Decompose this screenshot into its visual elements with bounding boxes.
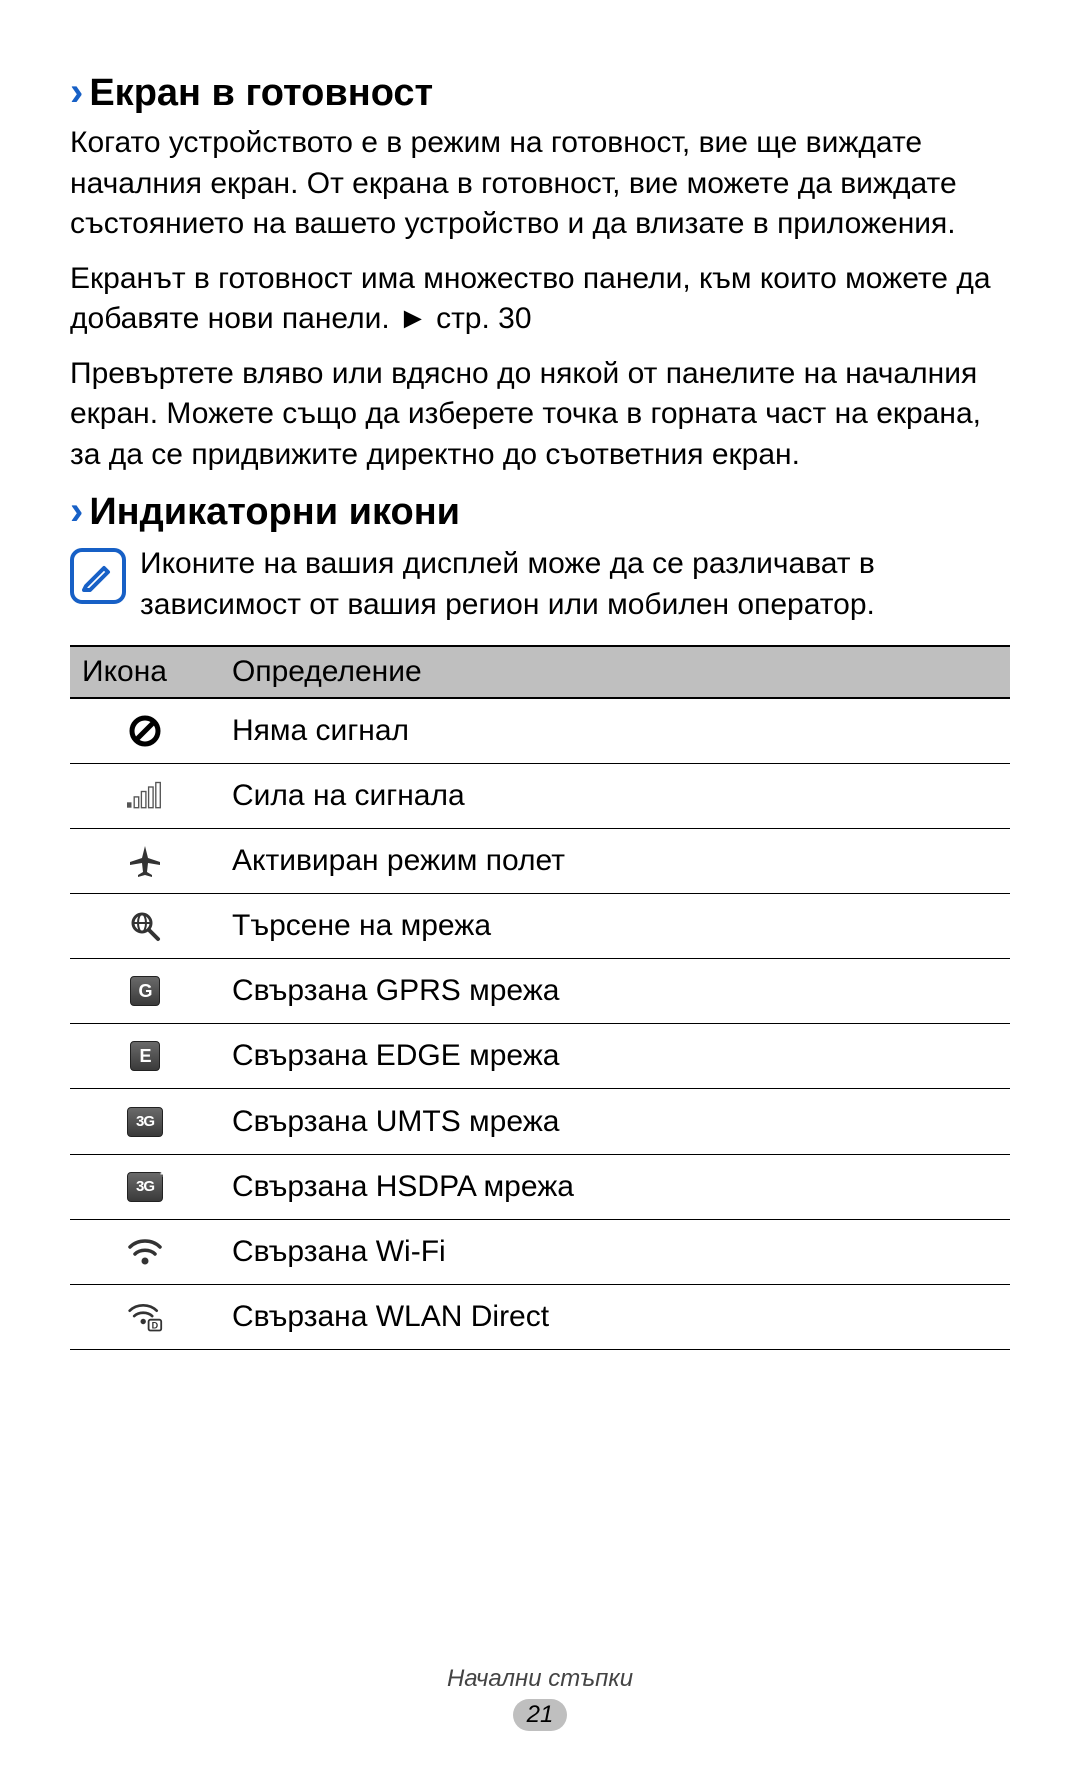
icon-definition: Свързана WLAN Direct [220, 1284, 1010, 1349]
icon-definition: Активиран режим полет [220, 829, 1010, 894]
table-row: EСвързана EDGE мрежа [70, 1024, 1010, 1089]
hsdpa-icon: 3G+ [70, 1154, 220, 1219]
svg-text:D: D [152, 1320, 159, 1330]
heading-text: Екран в готовност [89, 72, 433, 115]
table-row: 3GСвързана UMTS мрежа [70, 1089, 1010, 1154]
paragraph: Когато устройството е в режим на готовно… [70, 123, 1010, 245]
table-row: Търсене на мрежа [70, 894, 1010, 959]
table-row: 3G+Свързана HSDPA мрежа [70, 1154, 1010, 1219]
paragraph: Превъртете вляво или вдясно до някой от … [70, 354, 1010, 476]
search-network-icon [70, 894, 220, 959]
wlan-direct-icon: D [70, 1284, 220, 1349]
note-box: Иконите на вашия дисплей може да се разл… [70, 544, 1010, 625]
heading-text: Индикаторни икони [89, 491, 460, 534]
table-header-icon: Икона [70, 646, 220, 698]
icon-definition: Няма сигнал [220, 698, 1010, 764]
icon-definition: Свързана GPRS мрежа [220, 959, 1010, 1024]
paragraph: Екранът в готовност има множество панели… [70, 259, 1010, 340]
table-row: Няма сигнал [70, 698, 1010, 764]
airplane-icon [70, 829, 220, 894]
table-row: GСвързана GPRS мрежа [70, 959, 1010, 1024]
note-text: Иконите на вашия дисплей може да се разл… [140, 544, 1010, 625]
section-heading-standby: › Екран в готовност [70, 70, 1010, 115]
table-row: Активиран режим полет [70, 829, 1010, 894]
section-heading-icons: › Индикаторни икони [70, 489, 1010, 534]
icon-definition: Свързана Wi-Fi [220, 1219, 1010, 1284]
no-signal-icon [70, 698, 220, 764]
footer-section-title: Начални стъпки [0, 1665, 1080, 1693]
page-number-badge: 21 [513, 1699, 568, 1731]
edge-icon: E [70, 1024, 220, 1089]
table-row: D Свързана WLAN Direct [70, 1284, 1010, 1349]
table-row: Сила на сигнала [70, 764, 1010, 829]
table-header-definition: Определение [220, 646, 1010, 698]
indicator-icons-table: Икона Определение Няма сигналСила на сиг… [70, 645, 1010, 1350]
gprs-icon: G [70, 959, 220, 1024]
icon-definition: Сила на сигнала [220, 764, 1010, 829]
icon-definition: Свързана HSDPA мрежа [220, 1154, 1010, 1219]
table-row: Свързана Wi-Fi [70, 1219, 1010, 1284]
icon-definition: Търсене на мрежа [220, 894, 1010, 959]
chevron-right-icon: › [70, 489, 83, 534]
icon-definition: Свързана UMTS мрежа [220, 1089, 1010, 1154]
chevron-right-icon: › [70, 70, 83, 115]
note-icon [70, 548, 126, 604]
page-footer: Начални стъпки 21 [0, 1665, 1080, 1731]
signal-bars-icon [70, 764, 220, 829]
icon-definition: Свързана EDGE мрежа [220, 1024, 1010, 1089]
wifi-icon [70, 1219, 220, 1284]
manual-page: › Екран в готовност Когато устройството … [0, 0, 1080, 1771]
umts-icon: 3G [70, 1089, 220, 1154]
